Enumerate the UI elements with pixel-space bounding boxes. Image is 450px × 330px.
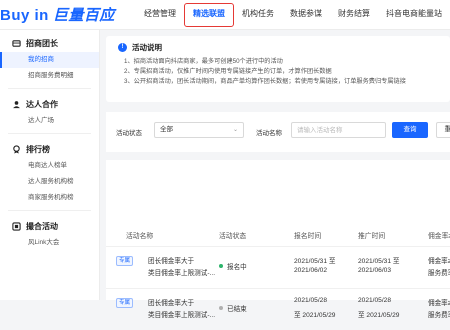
promotion-time-end: 至 2021/05/29 bbox=[358, 312, 400, 319]
notice-line: 1、招商活动面向抖店商家，最多可创建50个进行中的活动 bbox=[124, 58, 283, 65]
status-badge: 报名中 bbox=[219, 261, 247, 271]
status-text: 已结束 bbox=[227, 306, 247, 313]
status-badge: 已结束 bbox=[219, 303, 247, 313]
sidebar-divider bbox=[8, 133, 91, 134]
column-header-signup-time: 报名时间 bbox=[294, 233, 322, 240]
sidebar: 招商团长 我的招商 招商服务费明细 达人合作 达人广场 排行榜 电商达人榜单 达… bbox=[0, 30, 100, 300]
sidebar-item-creator-ranking[interactable]: 电商达人榜单 bbox=[0, 158, 99, 174]
sidebar-group-title[interactable]: 达人合作 bbox=[0, 95, 99, 113]
chevron-down-icon: ⌄ bbox=[232, 127, 238, 133]
top-navigation-bar: Buy in 巨量百应 经营管理 精选联盟 机构任务 数据参谋 财务结算 抖音电商… bbox=[0, 0, 450, 30]
table-row[interactable]: 专属 团长佣金率大于 类目佣金率上限测试-... 报名中 2021/05/31 … bbox=[106, 246, 450, 288]
logo-text-cn: 巨量百应 bbox=[52, 7, 115, 24]
notice-line: 2、专属招商活动，仅推广时间内使用专属链接产生的订单，才算作团长数据 bbox=[124, 68, 332, 75]
nav-item-data-advisor[interactable]: 数据参谋 bbox=[282, 0, 330, 30]
sidebar-group-label: 达人合作 bbox=[26, 99, 58, 109]
activity-name[interactable]: 团长佣金率大于 bbox=[148, 297, 194, 307]
service-fee-rate: 服务费率 bbox=[428, 312, 450, 319]
filter-bar: 活动状态 全部 ⌄ 活动名称 查询 重置 bbox=[106, 112, 450, 152]
sidebar-group-title[interactable]: 排行榜 bbox=[0, 140, 99, 158]
signup-time-end: 2021/06/02 bbox=[294, 267, 328, 274]
status-dot-icon bbox=[219, 264, 223, 268]
sidebar-group-label: 排行榜 bbox=[26, 144, 50, 154]
activity-notice-panel: ! 活动说明 1、招商活动面向抖店商家，最多可创建50个进行中的活动 2、专属招… bbox=[106, 36, 450, 102]
info-icon: ! bbox=[118, 43, 127, 52]
signup-time-end: 至 2021/05/29 bbox=[294, 312, 336, 319]
exclusive-tag: 专属 bbox=[116, 256, 134, 266]
commission-rate: 佣金率≥ bbox=[428, 300, 450, 307]
merchant-icon bbox=[12, 39, 21, 47]
sidebar-group-title[interactable]: 招商团长 bbox=[0, 34, 99, 52]
sidebar-group-label: 招商团长 bbox=[26, 38, 58, 48]
status-select[interactable]: 全部 ⌄ bbox=[154, 122, 244, 138]
nav-item-agency-tasks[interactable]: 机构任务 bbox=[234, 0, 282, 30]
activity-table: 活动名称 活动状态 报名时间 推广时间 佣金率≥ 专属 团长佣金率大于 类目佣金… bbox=[106, 160, 450, 319]
main-content: ! 活动说明 1、招商活动面向抖店商家，最多可创建50个进行中的活动 2、专属招… bbox=[106, 36, 450, 319]
status-text: 报名中 bbox=[227, 264, 247, 271]
table-header: 活动名称 活动状态 报名时间 推广时间 佣金率≥ bbox=[106, 226, 450, 244]
column-header-activity-name: 活动名称 bbox=[126, 233, 154, 240]
sidebar-item-merchant-agency-ranking[interactable]: 商家服务机构榜 bbox=[0, 190, 99, 206]
column-header-commission: 佣金率≥ bbox=[428, 233, 450, 240]
column-header-promotion-time: 推广时间 bbox=[358, 233, 386, 240]
notice-title-text: 活动说明 bbox=[132, 43, 162, 52]
commission-rate: 佣金率≥ bbox=[428, 258, 450, 265]
logo-text-en: Buy in bbox=[0, 7, 49, 24]
sidebar-group-title[interactable]: 撮合活动 bbox=[0, 217, 99, 235]
reset-button[interactable]: 重置 bbox=[436, 122, 450, 138]
activity-name-cont[interactable]: 类目佣金率上限测试-... bbox=[148, 309, 215, 319]
sidebar-divider bbox=[8, 88, 91, 89]
sidebar-item-my-recruitment[interactable]: 我的招商 bbox=[0, 52, 99, 68]
activity-name-input[interactable] bbox=[291, 122, 386, 138]
activity-name-cont[interactable]: 类目佣金率上限测试-... bbox=[148, 267, 215, 277]
activity-name[interactable]: 团长佣金率大于 bbox=[148, 255, 194, 265]
status-select-value: 全部 bbox=[160, 126, 173, 133]
sidebar-group-ranking: 排行榜 电商达人榜单 达人服务机构榜 商家服务机构榜 bbox=[0, 136, 99, 208]
promotion-time: 2021/05/28 bbox=[358, 297, 392, 304]
sidebar-item-service-fee-details[interactable]: 招商服务费明细 bbox=[0, 68, 99, 84]
signup-time: 2021/05/31 至 bbox=[294, 258, 336, 265]
column-header-status: 活动状态 bbox=[219, 233, 247, 240]
ranking-icon bbox=[13, 144, 20, 154]
sidebar-group-matching: 撮合活动 风Link大会 bbox=[0, 213, 99, 253]
table-row[interactable]: 专属 团长佣金率大于 类目佣金率上限测试-... 已结束 2021/05/28 … bbox=[106, 288, 450, 330]
sidebar-item-link-conference[interactable]: 风Link大会 bbox=[0, 235, 99, 251]
nav-item-energy-station[interactable]: 抖音电商能量站 bbox=[378, 0, 450, 30]
sidebar-group-label: 撮合活动 bbox=[26, 221, 58, 231]
sidebar-item-creator-agency-ranking[interactable]: 达人服务机构榜 bbox=[0, 174, 99, 190]
promotion-time-end: 2021/06/03 bbox=[358, 267, 392, 274]
signup-time: 2021/05/28 bbox=[294, 297, 328, 304]
name-filter-label: 活动名称 bbox=[256, 130, 282, 137]
notice-title: ! 活动说明 bbox=[118, 42, 440, 53]
nav-item-selected-alliance[interactable]: 精选联盟 bbox=[184, 3, 234, 27]
status-filter-label: 活动状态 bbox=[116, 130, 142, 137]
sidebar-group-creator: 达人合作 达人广场 bbox=[0, 91, 99, 131]
status-dot-icon bbox=[219, 306, 223, 310]
promotion-time: 2021/05/31 至 bbox=[358, 258, 400, 265]
sidebar-group-merchant: 招商团长 我的招商 招商服务费明细 bbox=[0, 30, 99, 86]
sidebar-item-creator-plaza[interactable]: 达人广场 bbox=[0, 113, 99, 129]
creator-icon bbox=[13, 100, 20, 108]
nav-item-business-management[interactable]: 经营管理 bbox=[136, 0, 184, 30]
service-fee-rate: 服务费率 bbox=[428, 270, 450, 277]
main-nav: 经营管理 精选联盟 机构任务 数据参谋 财务结算 抖音电商能量站 bbox=[136, 0, 450, 30]
buyin-logo[interactable]: Buy in 巨量百应 bbox=[0, 4, 115, 25]
nav-item-finance-settlement[interactable]: 财务结算 bbox=[330, 0, 378, 30]
search-button[interactable]: 查询 bbox=[392, 122, 428, 138]
sidebar-divider bbox=[8, 210, 91, 211]
notice-line: 3、公开招商活动，团长活动期间，商品产单均算作团长数据；若使用专属链接，订单服务… bbox=[124, 78, 406, 85]
matching-icon bbox=[12, 221, 21, 231]
